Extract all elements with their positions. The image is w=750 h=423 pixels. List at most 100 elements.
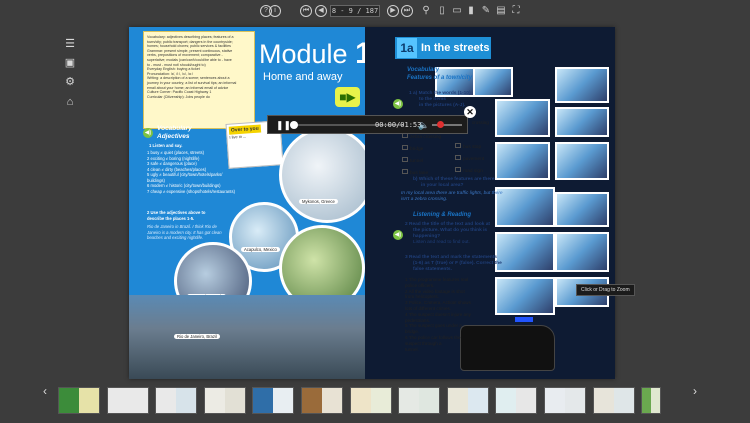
- audio-speaker-icon[interactable]: ◀): [393, 99, 403, 109]
- fullscreen-icon[interactable]: ⛶: [510, 5, 522, 17]
- page-thumbnail[interactable]: [301, 387, 343, 414]
- single-page-icon[interactable]: ▯: [436, 5, 448, 17]
- comic-panel: [473, 67, 513, 97]
- first-page-icon[interactable]: ⏮: [300, 5, 312, 17]
- comic-panel: [495, 187, 555, 227]
- feature-item: bus stop: [463, 145, 482, 150]
- caption-mykonos: Mykonos, Greece: [299, 199, 338, 204]
- thumbnail-left-page: [302, 388, 322, 413]
- audio-speaker-icon[interactable]: ◀): [143, 128, 153, 138]
- page-thumbnail[interactable]: [106, 387, 149, 414]
- thumbnail-left-page: [107, 388, 128, 413]
- thumbnails-next-icon[interactable]: ›: [693, 384, 697, 398]
- pause-icon[interactable]: ❚❚: [276, 120, 291, 130]
- bookmark-icon[interactable]: ▮: [465, 5, 477, 17]
- example-line: Rio de Janeiro in Brazil. I think Rio de: [147, 224, 217, 229]
- page-thumbnail[interactable]: [155, 387, 198, 414]
- page-thumbnail[interactable]: [203, 387, 246, 414]
- answer-box[interactable]: [455, 143, 461, 148]
- feature-item: zebra crossing: [410, 135, 442, 140]
- thumbnail-left-page: [204, 388, 225, 413]
- page-thumbnail[interactable]: [58, 387, 100, 414]
- video-camera-icon[interactable]: ■▶: [335, 87, 360, 107]
- page-thumbnail[interactable]: [446, 387, 489, 414]
- module-subtitle: Home and away: [263, 71, 343, 83]
- task-1a: 1 a) Match the words (1-10) to the items…: [409, 91, 471, 109]
- items-left-list: zebra crossing bridge tunnel bus lane: [402, 133, 441, 177]
- next-page-icon[interactable]: ▶: [387, 5, 399, 17]
- magnifier-icon[interactable]: ⚲: [420, 5, 432, 17]
- page-thumbnail[interactable]: [641, 387, 662, 414]
- task-2: 2 Read the title of the text and look at…: [405, 222, 490, 246]
- task-1b-example: In my local area there are traffic light…: [401, 191, 503, 203]
- audio-speaker-icon[interactable]: ◀): [393, 230, 403, 240]
- thumbnail-right-page: [516, 388, 537, 413]
- pen-icon[interactable]: ✎: [480, 5, 492, 17]
- feature-item: bus lane: [410, 171, 429, 176]
- page-indicator-input[interactable]: 8 - 9 / 187: [330, 5, 380, 17]
- right-vocabulary-subtitle: Features of a town/city: [407, 75, 473, 81]
- task-3: 3 Read the text and mark the statements …: [405, 255, 502, 273]
- comic-panel: [555, 107, 609, 137]
- answer-box[interactable]: [455, 155, 461, 160]
- double-page-icon[interactable]: ▭: [451, 5, 463, 17]
- unit-number: 1a: [397, 38, 417, 58]
- thumbnail-right-page: [467, 388, 488, 413]
- caption-acapulco: Acapulco, Mexico: [241, 247, 280, 252]
- thumbnail-right-page: [613, 388, 634, 413]
- settings-gear-icon[interactable]: ⚙: [64, 76, 76, 88]
- adjectives-list: 1 busy ≠ quiet (places, streets) 2 excit…: [147, 150, 235, 194]
- police-light: [515, 317, 533, 322]
- thumbnail-right-page: [322, 388, 342, 413]
- statement-line: tunnel.: [405, 346, 419, 352]
- volume-icon[interactable]: 🔈: [418, 120, 429, 130]
- crossing-label: crossing: [472, 120, 489, 125]
- listening-reading-heading: Listening & Reading: [413, 212, 472, 218]
- page-thumbnail[interactable]: [592, 387, 635, 414]
- comic-panel: [555, 67, 609, 103]
- close-player-icon[interactable]: ✕: [464, 106, 476, 118]
- page-thumbnail[interactable]: [495, 387, 538, 414]
- thumbnail-left-page: [253, 388, 274, 413]
- thumbnail-left-page: [156, 388, 177, 413]
- notes-icon[interactable]: ▤: [495, 5, 507, 17]
- page-thumbnail[interactable]: [398, 387, 441, 414]
- comic-panel: [495, 99, 550, 137]
- last-page-icon[interactable]: ⏭: [401, 5, 413, 17]
- zoom-tooltip: Click or Drag to Zoom: [576, 284, 635, 296]
- info-icon[interactable]: i: [269, 5, 281, 17]
- task-3-line: false statements.: [413, 267, 452, 272]
- comic-panel: [495, 232, 555, 272]
- volume-handle[interactable]: [436, 121, 444, 128]
- page-thumbnail[interactable]: [349, 387, 392, 414]
- answer-box[interactable]: [402, 157, 408, 162]
- right-vocabulary-heading: Vocabulary: [407, 67, 440, 73]
- page-thumbnail[interactable]: [544, 387, 586, 414]
- book-spread[interactable]: Vocabulary: adjectives describing places…: [129, 27, 615, 379]
- page-thumbnail[interactable]: [252, 387, 295, 414]
- comic-panel: [495, 277, 555, 315]
- previous-page-icon[interactable]: ◀: [315, 5, 327, 17]
- task-2-line: describe the places 1-5.: [147, 215, 195, 221]
- task-2-line: Listen and read to find out.: [413, 240, 470, 245]
- thumbnail-left-page: [350, 388, 371, 413]
- photo-mykonos: [279, 127, 375, 223]
- unit-title: In the streets: [421, 42, 490, 54]
- police-car-illustration: [460, 325, 555, 371]
- thumbnails-prev-icon[interactable]: ‹: [43, 384, 47, 398]
- audio-progress-handle[interactable]: [290, 121, 298, 129]
- thumbnail-right-page: [370, 388, 391, 413]
- answer-box[interactable]: [402, 169, 408, 174]
- feature-item: pavement: [463, 157, 485, 162]
- adjectives-heading: Adjectives: [157, 133, 190, 140]
- example-line: beaches and exciting nightlife.: [147, 235, 204, 240]
- task-2-line: 2 Use the adjectives above to: [147, 210, 206, 215]
- answer-box[interactable]: [402, 145, 408, 150]
- thumbnail-left-page: [642, 388, 652, 413]
- toc-list-icon[interactable]: ☰: [64, 38, 76, 50]
- user-icon[interactable]: ⌂: [64, 96, 76, 108]
- task-1: 1 Listen and say.: [149, 143, 183, 148]
- comic-panel: [555, 232, 609, 272]
- media-icon[interactable]: ▣: [64, 57, 76, 69]
- answer-box[interactable]: [455, 167, 461, 172]
